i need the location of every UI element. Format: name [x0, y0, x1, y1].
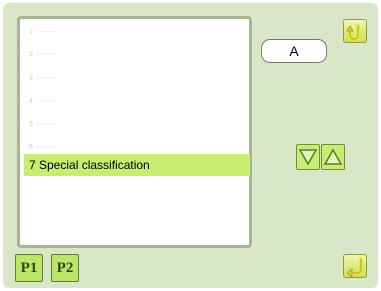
page-2-button[interactable]: P2: [51, 254, 79, 282]
value-display[interactable]: A: [261, 39, 327, 63]
list-item[interactable]: 3 ------: [24, 68, 250, 90]
confirm-arrow-icon: [346, 257, 363, 279]
page-1-button[interactable]: P1: [15, 254, 43, 282]
triangle-up-icon: [323, 148, 343, 165]
return-button[interactable]: [343, 19, 367, 43]
up-button[interactable]: [321, 144, 345, 170]
list-item[interactable]: 2 ------: [24, 44, 250, 66]
list-item[interactable]: 1 ------: [24, 22, 250, 44]
screen: 1 ------ 2 ------ 3 ------ 4 ------ 5 --…: [3, 3, 378, 288]
down-button[interactable]: [296, 144, 320, 170]
return-arrow-icon: [346, 24, 360, 42]
classification-list: 1 ------ 2 ------ 3 ------ 4 ------ 5 --…: [17, 16, 252, 248]
list-item[interactable]: 5 ------: [24, 114, 250, 136]
triangle-down-icon: [298, 149, 318, 166]
list-item-selected[interactable]: 7 Special classification: [24, 154, 250, 176]
list-item[interactable]: 4 ------: [24, 91, 250, 113]
confirm-button[interactable]: [343, 254, 367, 279]
